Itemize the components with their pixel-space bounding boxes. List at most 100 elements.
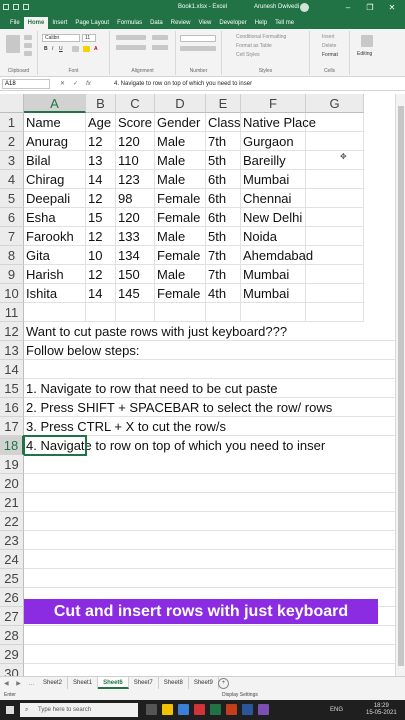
wrap-text-icon[interactable] (152, 35, 168, 40)
cell[interactable]: Score (116, 113, 155, 132)
cell[interactable]: 13 (86, 151, 116, 170)
task-view-icon[interactable] (146, 704, 157, 715)
file-explorer-icon[interactable] (162, 704, 173, 715)
start-icon[interactable] (6, 706, 14, 714)
tab-insert[interactable]: Insert (48, 17, 71, 29)
number-format-buttons-icon[interactable] (180, 46, 216, 51)
row-header[interactable]: 20 (0, 474, 24, 493)
row-header[interactable]: 21 (0, 493, 24, 512)
column-header-d[interactable]: D (155, 94, 206, 113)
cell[interactable]: 123 (116, 170, 155, 189)
row-header[interactable]: 24 (0, 550, 24, 569)
cell[interactable]: Male (155, 265, 206, 284)
save-icon[interactable] (13, 4, 19, 10)
cell[interactable]: Mumbai (241, 265, 306, 284)
fill-color-icon[interactable] (83, 46, 90, 52)
column-header-g[interactable]: G (306, 94, 364, 113)
cell[interactable]: Class (206, 113, 241, 132)
cell[interactable]: 12 (86, 227, 116, 246)
cell[interactable]: Male (155, 132, 206, 151)
cell[interactable]: 7th (206, 132, 241, 151)
row-header[interactable]: 6 (0, 208, 24, 227)
sheet-nav-arrows-icon[interactable]: ◀ ▶ … (4, 680, 38, 687)
word-icon[interactable] (242, 704, 253, 715)
cell[interactable] (24, 512, 396, 531)
format-as-table-button[interactable]: Format as Table (236, 43, 272, 49)
cell[interactable]: 6th (206, 189, 241, 208)
cancel-icon[interactable]: ✕ (60, 79, 65, 89)
select-all-corner[interactable] (0, 94, 24, 113)
tab-page-layout[interactable]: Page Layout (71, 17, 113, 29)
cell[interactable]: 1. Navigate to row that need to be cut p… (24, 379, 396, 398)
cell[interactable]: 98 (116, 189, 155, 208)
cell[interactable] (24, 360, 396, 379)
cell[interactable]: 3. Press CTRL + X to cut the row/s (24, 417, 396, 436)
search-icon[interactable] (361, 35, 373, 47)
formula-input[interactable]: 4. Navigate to row on top of which you n… (114, 79, 252, 89)
close-icon[interactable]: ✕ (381, 1, 403, 15)
cell[interactable]: Deepali (24, 189, 86, 208)
cell[interactable] (206, 303, 241, 322)
row-header[interactable]: 30 (0, 664, 24, 676)
paste-icon[interactable] (6, 35, 20, 53)
cell[interactable] (24, 455, 396, 474)
row-header[interactable]: 16 (0, 398, 24, 417)
cell[interactable]: Anurag (24, 132, 86, 151)
cell[interactable] (24, 550, 396, 569)
cell[interactable]: 14 (86, 170, 116, 189)
cell[interactable]: Female (155, 246, 206, 265)
row-header[interactable]: 12 (0, 322, 24, 341)
user-name[interactable]: Arunesh Dwivedi (254, 4, 299, 10)
cut-icon[interactable] (24, 35, 32, 40)
autosave-icon[interactable] (3, 4, 9, 10)
cell[interactable]: 145 (116, 284, 155, 303)
avatar[interactable] (300, 3, 309, 12)
delete-cells-button[interactable]: Delete (322, 43, 336, 49)
cell[interactable]: 120 (116, 132, 155, 151)
column-header-a[interactable]: A (24, 94, 86, 113)
cell[interactable] (24, 664, 396, 676)
cell[interactable]: 12 (86, 265, 116, 284)
cell[interactable]: Bilal (24, 151, 86, 170)
sheet-tab-sheet2[interactable]: Sheet2 (38, 677, 69, 689)
restore-icon[interactable]: ❐ (359, 1, 381, 15)
cell[interactable]: 120 (116, 208, 155, 227)
sheet-tab-sheet6[interactable]: Sheet6 (98, 677, 129, 689)
row-header[interactable]: 29 (0, 645, 24, 664)
row-header[interactable]: 27 (0, 607, 24, 626)
cell[interactable]: Male (155, 170, 206, 189)
cell[interactable]: Gita (24, 246, 86, 265)
sheet-tab-sheet7[interactable]: Sheet7 (129, 677, 159, 689)
column-header-e[interactable]: E (206, 94, 241, 113)
row-header[interactable]: 4 (0, 170, 24, 189)
cell[interactable] (306, 113, 364, 132)
bold-button[interactable]: B (44, 46, 48, 52)
edge-icon[interactable] (178, 704, 189, 715)
cell[interactable] (24, 474, 396, 493)
cell[interactable]: Bareilly (241, 151, 306, 170)
cell[interactable] (306, 227, 364, 246)
font-size-select[interactable]: 11 (82, 34, 96, 42)
worksheet-grid[interactable]: A B C D E F G 1 Name Age Score Gender Class Native Pl… (0, 94, 405, 676)
excel-icon[interactable] (210, 704, 221, 715)
cell[interactable]: Gurgaon (241, 132, 306, 151)
cell[interactable]: 7th (206, 246, 241, 265)
name-box[interactable]: A18 (2, 79, 50, 89)
cell[interactable] (306, 208, 364, 227)
row-header[interactable]: 18 (0, 436, 24, 455)
new-sheet-button[interactable]: + (218, 678, 229, 689)
sheet-tab-sheet8[interactable]: Sheet8 (159, 677, 189, 689)
row-header[interactable]: 23 (0, 531, 24, 550)
row-header[interactable]: 7 (0, 227, 24, 246)
cell[interactable]: Female (155, 189, 206, 208)
taskbar-search[interactable]: ⌕ Type here to search (20, 703, 138, 717)
cell[interactable]: 5th (206, 227, 241, 246)
undo-icon[interactable] (23, 4, 29, 10)
clock[interactable]: 18:29 15-05-2021 (366, 703, 397, 717)
cell[interactable]: 150 (116, 265, 155, 284)
cell[interactable] (24, 645, 396, 664)
cell[interactable] (306, 303, 364, 322)
left-align-icon[interactable] (116, 45, 146, 50)
row-header[interactable]: 17 (0, 417, 24, 436)
cell[interactable]: Mumbai (241, 170, 306, 189)
